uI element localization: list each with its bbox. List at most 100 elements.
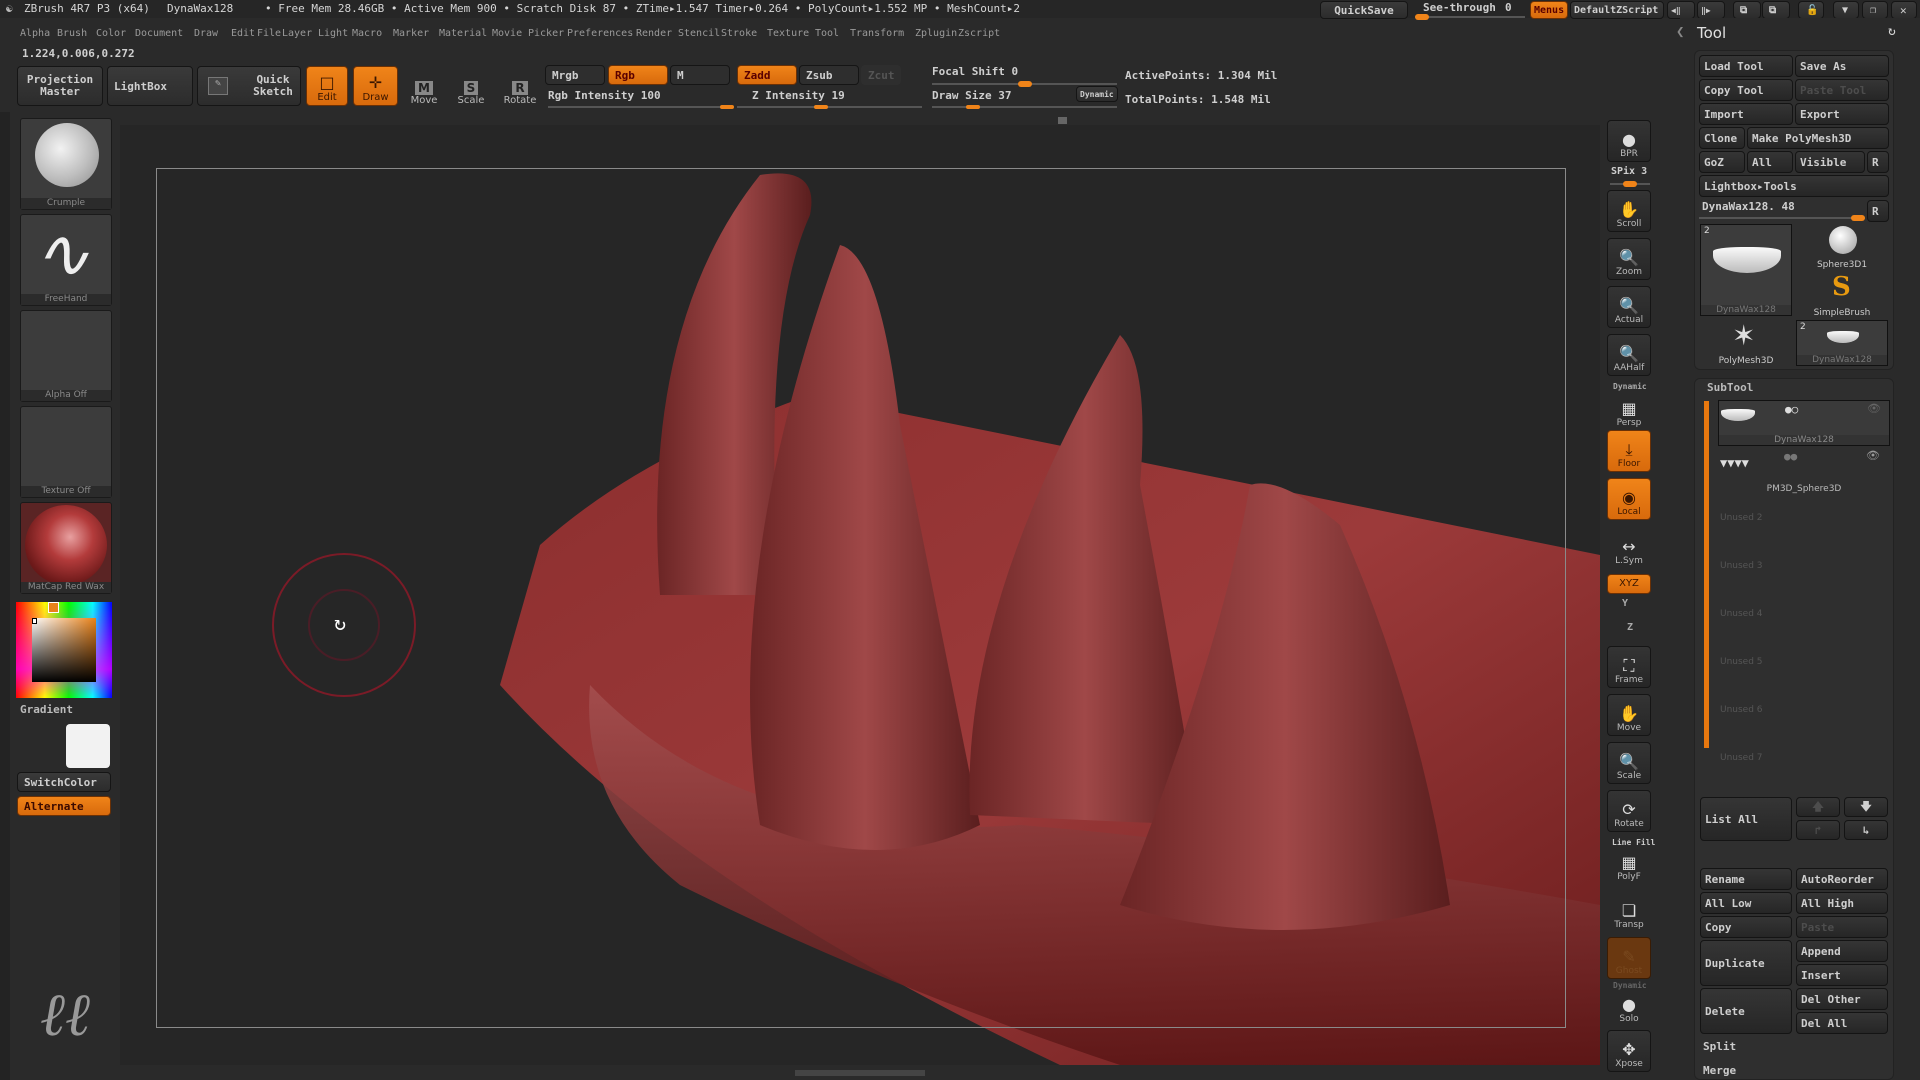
close-icon[interactable]: ✕ — [1891, 1, 1917, 19]
transp-button[interactable]: ❏ Transp — [1607, 890, 1651, 932]
append-button[interactable]: Append — [1796, 940, 1888, 962]
zadd-button[interactable]: Zadd — [737, 65, 797, 85]
menu-tool[interactable]: Tool — [813, 28, 841, 39]
menu-picker[interactable]: Picker — [526, 28, 566, 39]
autoreorder-button[interactable]: AutoReorder — [1796, 868, 1888, 890]
bottom-tray-handle[interactable] — [795, 1070, 925, 1076]
menu-marker[interactable]: Marker — [391, 28, 431, 39]
menu-alpha[interactable]: Alpha — [18, 28, 52, 39]
draw-size-slider[interactable] — [932, 105, 1117, 109]
tool-slider[interactable] — [1699, 215, 1865, 221]
minimize-icon[interactable]: ▼ — [1833, 1, 1859, 19]
actual-button[interactable]: 🔍 Actual — [1607, 286, 1651, 328]
move-into-folder-up-icon[interactable]: ↱ — [1796, 820, 1840, 840]
tool-tile-dynawax-small[interactable]: 2 DynaWax128 — [1796, 320, 1888, 366]
move-into-folder-down-icon[interactable]: ↳ — [1844, 820, 1888, 840]
subtool-visibility-toggle-icon[interactable]: ●○ — [1785, 403, 1798, 416]
tray-right-icon[interactable]: ⧉ — [1762, 1, 1790, 19]
menu-stencil[interactable]: Stencil — [676, 28, 722, 39]
current-tool-r-button[interactable]: R — [1867, 200, 1889, 222]
default-zscript-button[interactable]: DefaultZScript — [1570, 1, 1664, 19]
del-other-button[interactable]: Del Other — [1796, 988, 1888, 1010]
tool-tile-sphere3d1[interactable]: Sphere3D1 — [1796, 224, 1888, 270]
subtool-item[interactable]: ●○ 👁 DynaWax128 — [1718, 400, 1890, 446]
draw-button[interactable]: ✛ Draw — [353, 66, 398, 106]
import-button[interactable]: Import — [1699, 103, 1793, 125]
aahalf-button[interactable]: 🔍 AAHalf — [1607, 334, 1651, 376]
menu-movie[interactable]: Movie — [490, 28, 524, 39]
xyz-rotate-button[interactable]: XYZ — [1607, 574, 1651, 594]
menu-file[interactable]: File — [255, 28, 283, 39]
secondary-color-swatch[interactable] — [66, 724, 110, 768]
eye-icon[interactable]: 👁 — [1867, 402, 1881, 415]
dynamic-size-button[interactable]: Dynamic — [1076, 86, 1118, 102]
goz-button[interactable]: GoZ — [1699, 151, 1745, 173]
subtool-visibility-toggle-icon[interactable]: ●● — [1784, 450, 1797, 463]
local-button[interactable]: ◉ Local — [1607, 478, 1651, 520]
zcut-button[interactable]: Zcut — [861, 65, 901, 85]
alternate-button[interactable]: Alternate — [17, 796, 111, 816]
y-rotate-button[interactable]: Y — [1622, 598, 1628, 609]
solo-button[interactable]: ● Solo — [1607, 984, 1651, 1026]
m-button[interactable]: M — [670, 65, 730, 85]
bpr-button[interactable]: ● BPR — [1607, 120, 1651, 162]
menu-transform[interactable]: Transform — [848, 28, 906, 39]
paste-tool-button[interactable]: Paste Tool — [1795, 79, 1889, 101]
menu-texture[interactable]: Texture — [765, 28, 811, 39]
paste-subtool-button[interactable]: Paste — [1796, 916, 1888, 938]
goz-all-button[interactable]: All — [1747, 151, 1793, 173]
quicksave-button[interactable]: QuickSave — [1320, 1, 1408, 19]
brush-thumbnail[interactable]: Crumple — [20, 118, 112, 210]
all-high-button[interactable]: All High — [1796, 892, 1888, 914]
make-polymesh3d-button[interactable]: Make PolyMesh3D — [1747, 127, 1889, 149]
floor-button[interactable]: ⤓ Floor — [1607, 430, 1651, 472]
tool-tile-polymesh3d[interactable]: ✶ PolyMesh3D — [1700, 320, 1792, 367]
move-down-icon[interactable]: 🡇 — [1844, 797, 1888, 817]
color-marker[interactable] — [32, 618, 37, 624]
menu-render[interactable]: Render — [634, 28, 674, 39]
rgb-intensity-slider[interactable] — [548, 105, 734, 109]
menu-color[interactable]: Color — [94, 28, 128, 39]
color-saturation-square[interactable] — [32, 618, 96, 682]
left-tray-divider[interactable] — [0, 112, 10, 1080]
texture-thumbnail[interactable]: Texture Off — [20, 406, 112, 498]
merge-menu[interactable]: Merge — [1703, 1064, 1736, 1077]
document-canvas[interactable]: ↻ — [120, 125, 1600, 1065]
clone-button[interactable]: Clone — [1699, 127, 1745, 149]
menu-brush[interactable]: Brush — [55, 28, 89, 39]
toolbar-resize-handle[interactable] — [1058, 117, 1067, 124]
restore-icon[interactable]: ❐ — [1862, 1, 1888, 19]
stroke-thumbnail[interactable]: ∿ FreeHand — [20, 214, 112, 306]
menu-zplugin[interactable]: Zplugin — [913, 28, 959, 39]
lock-icon[interactable]: 🔓 — [1798, 1, 1824, 19]
lightbox-button[interactable]: LightBox — [107, 66, 193, 106]
zsub-button[interactable]: Zsub — [799, 65, 859, 85]
projection-master-button[interactable]: Projection Master — [17, 66, 103, 106]
split-menu[interactable]: Split — [1703, 1040, 1736, 1053]
duplicate-button[interactable]: Duplicate — [1700, 940, 1792, 986]
delete-button[interactable]: Delete — [1700, 988, 1792, 1034]
tool-tile-simplebrush[interactable]: S SimpleBrush — [1796, 272, 1888, 318]
polyf-button[interactable]: ▦ PolyF — [1607, 842, 1651, 884]
mrgb-button[interactable]: Mrgb — [545, 65, 605, 85]
material-thumbnail[interactable]: MatCap Red Wax — [20, 502, 112, 594]
edit-button[interactable]: □ Edit — [306, 66, 348, 106]
gradient-toggle[interactable]: Gradient — [20, 703, 73, 716]
see-through-slider[interactable] — [1415, 14, 1525, 20]
eye-icon[interactable]: 👁 — [1866, 449, 1880, 462]
load-tool-button[interactable]: Load Tool — [1699, 55, 1793, 77]
scale-button[interactable]: S Scale — [451, 70, 491, 106]
subtool-item[interactable]: ▼▼▼▼ ●● 👁 PM3D_Sphere3D — [1718, 448, 1890, 494]
shrink-palette-icon[interactable]: ◀‖ — [1667, 1, 1695, 19]
del-all-button[interactable]: Del All — [1796, 1012, 1888, 1034]
scale-view-button[interactable]: 🔍 Scale — [1607, 742, 1651, 784]
menu-stroke[interactable]: Stroke — [719, 28, 759, 39]
menu-material[interactable]: Material — [437, 28, 489, 39]
menu-zscript[interactable]: Zscript — [956, 28, 1002, 39]
goz-r-button[interactable]: R — [1867, 151, 1889, 173]
menu-edit[interactable]: Edit — [229, 28, 257, 39]
menu-light[interactable]: Light — [316, 28, 350, 39]
ghost-button[interactable]: ✎ Ghost — [1607, 937, 1651, 979]
copy-tool-button[interactable]: Copy Tool — [1699, 79, 1793, 101]
frame-button[interactable]: ⛶ Frame — [1607, 646, 1651, 688]
